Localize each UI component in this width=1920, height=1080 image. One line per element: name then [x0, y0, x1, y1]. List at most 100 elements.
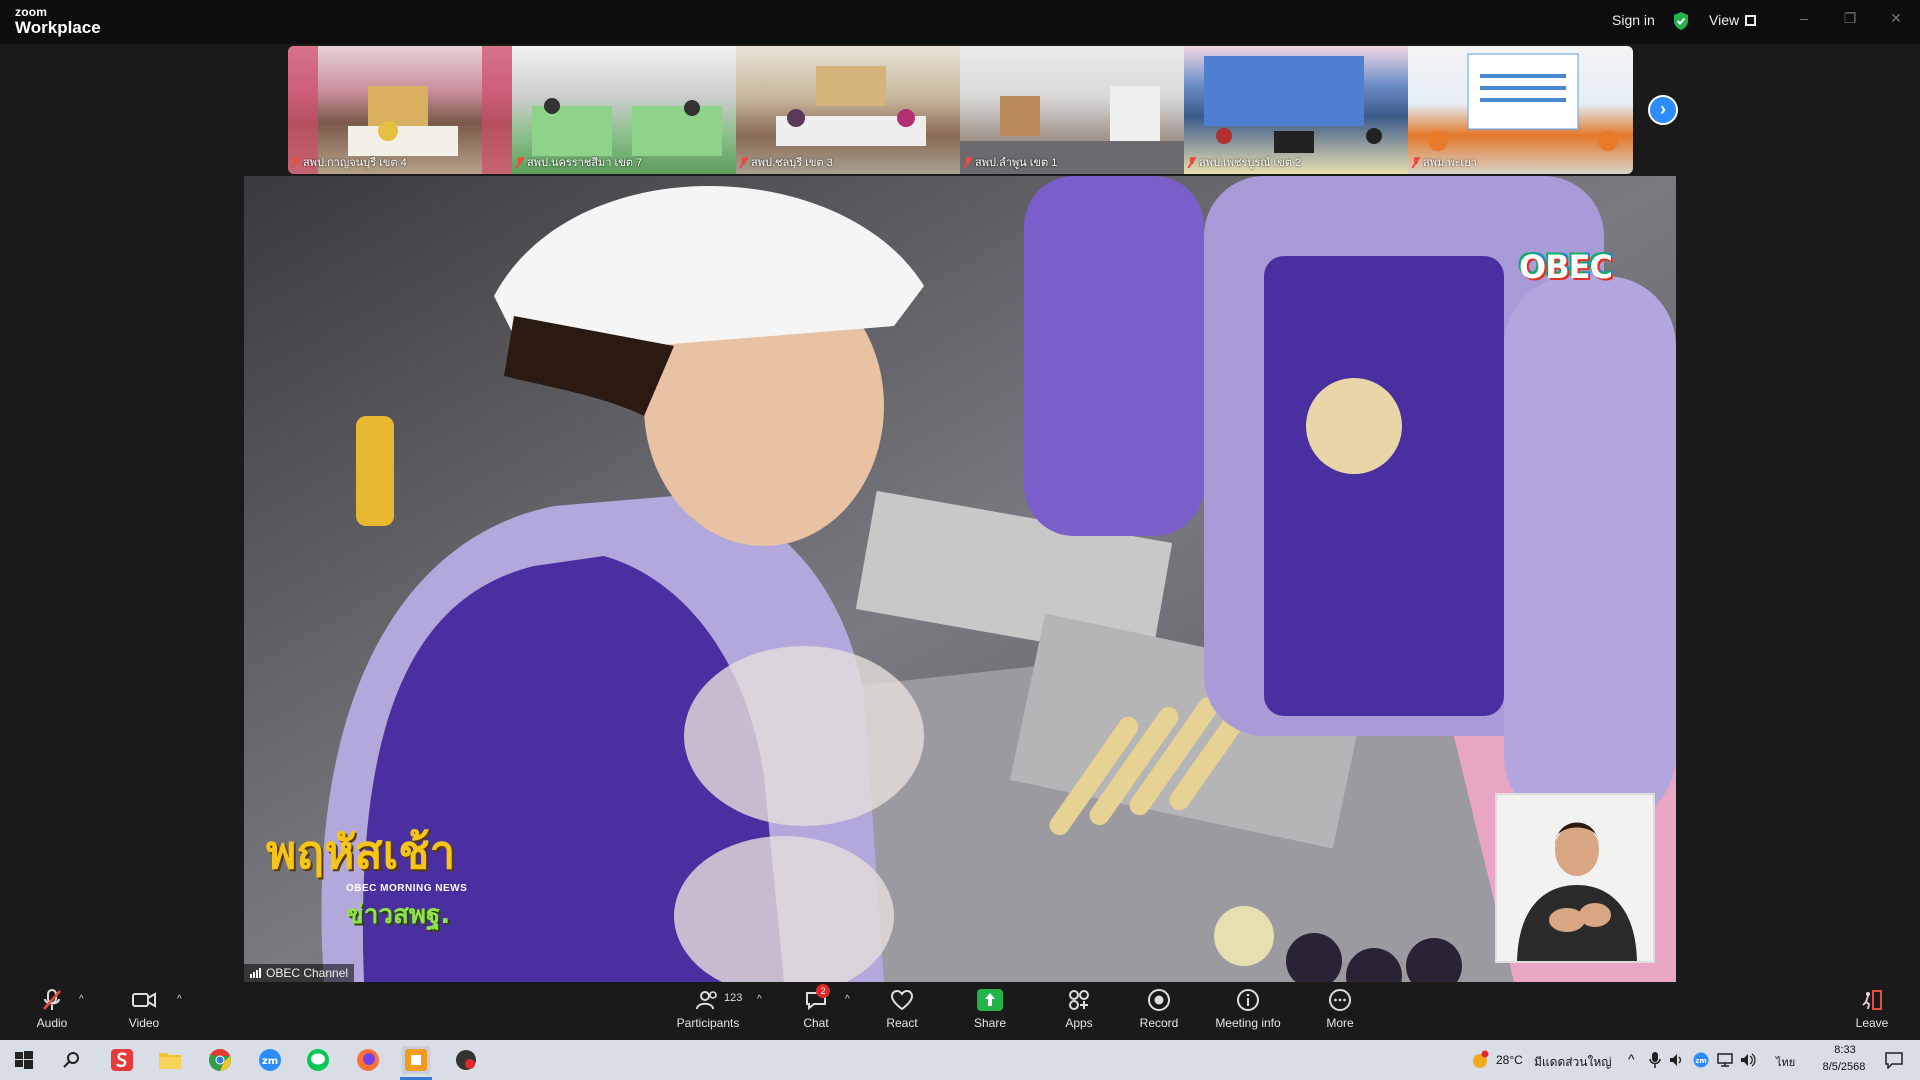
next-page-button[interactable]: ›	[1648, 95, 1678, 125]
sign-in-button[interactable]: Sign in	[1612, 12, 1655, 28]
security-shield-icon[interactable]	[1672, 11, 1690, 31]
video-button[interactable]: Video	[120, 986, 168, 1038]
news-title: พฤหัสเช้า	[266, 825, 456, 879]
leave-button[interactable]: Leave	[1852, 986, 1892, 1038]
react-label: React	[886, 1016, 918, 1030]
svg-text:zm: zm	[262, 1056, 278, 1067]
participants-label: Participants	[676, 1016, 740, 1030]
mic-muted-icon	[516, 156, 524, 168]
zoom-tray-icon[interactable]: zm	[1692, 1046, 1710, 1074]
obec-watermark-logo: OBEC	[1519, 248, 1613, 286]
chrome-icon[interactable]	[206, 1046, 234, 1074]
apps-button[interactable]: Apps	[1058, 986, 1100, 1038]
apps-label: Apps	[1065, 1016, 1093, 1030]
participant-name: สพป.กาญจนบุรี เขต 4	[292, 153, 407, 171]
share-screen-icon	[977, 989, 1003, 1011]
participant-name: สพป.ลำพูน เขต 1	[964, 153, 1057, 171]
react-button[interactable]: React	[880, 986, 924, 1038]
input-language-indicator[interactable]: ไทย	[1776, 1053, 1795, 1071]
mic-muted-icon	[1188, 156, 1196, 168]
windows-taskbar: zm 28°C มีแดดส่วนใหญ่ ^ zm ไทย 8:33 8/5/…	[0, 1040, 1920, 1080]
title-bar: zoom Workplace Sign in View – ❐ ✕	[0, 0, 1920, 44]
file-explorer-icon[interactable]	[156, 1046, 184, 1074]
mic-muted-icon	[964, 156, 972, 168]
weather-description: มีแดดส่วนใหญ่	[1534, 1055, 1612, 1069]
volume-tray-icon[interactable]	[1740, 1046, 1758, 1074]
tray-chevron-up-icon[interactable]: ^	[1628, 1051, 1635, 1067]
zoom-workplace-logo: zoom Workplace	[15, 6, 101, 36]
network-tray-icon[interactable]	[1716, 1046, 1734, 1074]
chevron-right-icon: ›	[1660, 99, 1666, 119]
brand-workplace: Workplace	[15, 18, 101, 37]
leave-door-icon	[1862, 990, 1882, 1010]
notification-center-icon[interactable]	[1880, 1046, 1908, 1074]
view-label: View	[1709, 12, 1740, 28]
clock-date[interactable]: 8/5/2568	[1812, 1061, 1876, 1073]
search-icon[interactable]	[58, 1046, 86, 1074]
mic-muted-icon	[292, 156, 300, 168]
windows-start-icon[interactable]	[10, 1046, 38, 1074]
svg-text:zm: zm	[1695, 1057, 1706, 1065]
channel-label: OBEC Channel	[244, 964, 355, 982]
participant-name: สพป.เพชรบูรณ์ เขต 2	[1188, 153, 1301, 171]
participant-tile[interactable]: สพป.นครราชสีมา เขต 7	[512, 46, 736, 174]
meeting-info-button[interactable]: Meeting info	[1212, 986, 1284, 1038]
participant-name: สพม.พะเยา	[1412, 153, 1477, 171]
weather-sun-icon[interactable]	[1466, 1046, 1494, 1074]
participant-tile[interactable]: สพป.ชลบุรี เขต 3	[736, 46, 960, 174]
chat-options-caret[interactable]: ^	[845, 994, 850, 1005]
firefox-icon[interactable]	[354, 1046, 382, 1074]
interpreter-image	[1517, 822, 1637, 961]
restore-button[interactable]: ❐	[1840, 10, 1860, 30]
chat-unread-badge: 2	[816, 984, 830, 998]
mic-muted-icon	[740, 156, 748, 168]
line-app-icon[interactable]	[304, 1046, 332, 1074]
recording-app-icon[interactable]	[452, 1046, 480, 1074]
participant-thumbnail-strip: สพป.กาญจนบุรี เขต 4 สพป.นครราชสีมา เขต 7…	[288, 46, 1633, 174]
weather-temperature: 28°C	[1496, 1053, 1523, 1067]
share-button[interactable]: Share	[968, 986, 1012, 1038]
clock-time[interactable]: 8:33	[1822, 1044, 1868, 1056]
news-tag: ข่าวสพฐ.	[346, 900, 451, 930]
speaker-tray-icon[interactable]	[1668, 1046, 1686, 1074]
record-icon	[1148, 989, 1170, 1011]
participant-tile[interactable]: สพม.พะเยา	[1408, 46, 1633, 174]
participant-tile[interactable]: สพป.กาญจนบุรี เขต 4	[288, 46, 512, 174]
video-options-caret[interactable]: ^	[177, 994, 182, 1005]
microphone-tray-icon[interactable]	[1646, 1046, 1664, 1074]
info-icon	[1237, 989, 1259, 1011]
zoom-app-icon[interactable]: zm	[256, 1046, 284, 1074]
participant-tile[interactable]: สพป.ลำพูน เขต 1	[960, 46, 1184, 174]
video-label: Video	[128, 1016, 160, 1030]
news-program-logo: พฤหัสเช้า OBEC MORNING NEWS ข่าวสพฐ.	[266, 816, 467, 935]
meeting-toolbar: Audio ^ Video ^ Participants 123 ^ 2 Cha…	[0, 982, 1920, 1040]
more-label: More	[1326, 1016, 1354, 1030]
meeting-info-label: Meeting info	[1215, 1016, 1281, 1030]
wps-office-icon[interactable]	[108, 1046, 136, 1074]
participant-name: สพป.ชลบุรี เขต 3	[740, 153, 833, 171]
participant-name: สพป.นครราชสีมา เขต 7	[516, 153, 642, 171]
chat-label: Chat	[803, 1016, 829, 1030]
view-button[interactable]: View	[1709, 12, 1757, 28]
audio-button[interactable]: Audio	[28, 986, 76, 1038]
close-button[interactable]: ✕	[1886, 10, 1906, 30]
leave-label: Leave	[1855, 1016, 1889, 1030]
news-subtitle: OBEC MORNING NEWS	[346, 883, 468, 894]
participant-tile[interactable]: สพป.เพชรบูรณ์ เขต 2	[1184, 46, 1408, 174]
video-camera-icon	[132, 992, 156, 1008]
grid-view-icon	[1745, 14, 1757, 26]
signal-bars-icon	[250, 968, 261, 978]
audio-options-caret[interactable]: ^	[79, 994, 84, 1005]
participants-icon	[696, 991, 717, 1010]
mic-muted-icon	[1412, 156, 1420, 168]
audio-label: Audio	[36, 1016, 68, 1030]
apps-icon	[1069, 990, 1089, 1010]
minimize-button[interactable]: –	[1794, 10, 1814, 30]
participants-options-caret[interactable]: ^	[757, 994, 762, 1005]
participants-count: 123	[724, 992, 743, 1004]
record-button[interactable]: Record	[1136, 986, 1182, 1038]
record-label: Record	[1139, 1016, 1179, 1030]
more-button[interactable]: More	[1320, 986, 1360, 1038]
orange-app-icon[interactable]	[402, 1046, 430, 1074]
chat-button[interactable]: 2 Chat	[796, 984, 836, 1038]
